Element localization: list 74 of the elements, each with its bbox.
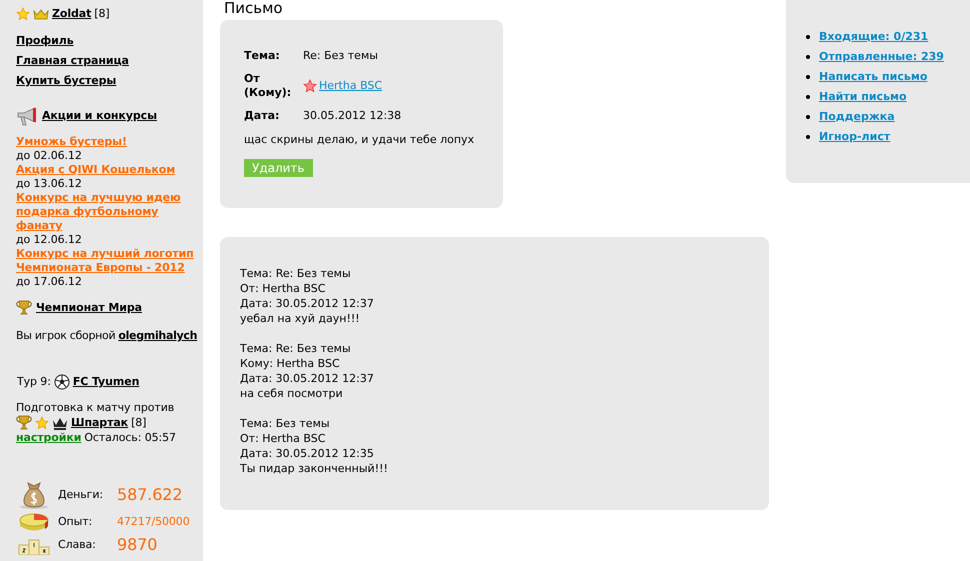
subject-text: Re: Без темы	[303, 49, 379, 63]
megaphone-icon	[16, 106, 38, 126]
bullet-icon	[806, 35, 810, 39]
quoted-line: Тема: Re: Без темы	[240, 266, 352, 281]
trophy-icon	[16, 415, 32, 431]
bullet-icon	[806, 135, 810, 139]
field-label: От (Кому):	[244, 72, 292, 100]
promo-link[interactable]: Конкурс на лучшую идею подарка футбольному фанату	[16, 191, 203, 233]
team-link[interactable]: olegmihalych	[118, 329, 198, 343]
nav-link[interactable]: Главная страница	[16, 54, 129, 68]
star-icon	[303, 79, 317, 93]
quoted-line: уебал на хуй даун!!!	[240, 311, 361, 326]
quoted-line: Тема: Re: Без темы	[240, 341, 352, 356]
time-remaining: Осталось: 05:57	[84, 431, 176, 445]
sender-link[interactable]: Hertha BSC	[319, 79, 382, 93]
promo-deadline: до 02.06.12	[16, 149, 82, 163]
bullet-icon	[806, 115, 810, 119]
promo-link[interactable]: Конкурс на лучший логотип Чемпионата Европы - 2012	[16, 247, 203, 275]
quoted-line: Кому: Hertha BSC	[240, 356, 341, 371]
pie-chart-icon	[18, 511, 50, 533]
page-title: Письмо	[224, 0, 284, 16]
tour-label: Тур 9:	[17, 375, 51, 389]
stat-value: 9870	[117, 538, 158, 552]
mail-menu-link[interactable]: Отправленные: 239	[819, 50, 944, 64]
promos-link[interactable]: Акции и конкурсы	[42, 109, 157, 123]
user-level: [8]	[94, 7, 110, 21]
quoted-line: Дата: 30.05.2012 12:37	[240, 371, 375, 386]
promo-link[interactable]: Умножь бустеры!	[16, 135, 127, 149]
nav-link[interactable]: Профиль	[16, 34, 74, 48]
opponent-link[interactable]: Шпартак	[71, 416, 128, 430]
field-label: Тема:	[244, 49, 281, 63]
delete-button[interactable]: Удалить	[244, 159, 312, 177]
nav-link[interactable]: Купить бустеры	[16, 74, 116, 88]
field-label: Дата:	[244, 109, 280, 123]
promo-deadline: до 13.06.12	[16, 177, 82, 191]
quoted-line: на себя посмотри	[240, 386, 344, 401]
mail-menu-link[interactable]: Входящие: 0/231	[819, 30, 928, 44]
bullet-icon	[806, 75, 810, 79]
championship-link[interactable]: Чемпионат Мира	[36, 301, 142, 315]
mail-menu-link[interactable]: Игнор-лист	[819, 130, 890, 144]
mail-menu-link[interactable]: Поддержка	[819, 110, 895, 124]
match-label: Подготовка к матчу против	[16, 401, 176, 415]
star-icon	[35, 416, 49, 430]
stat-label: Опыт:	[58, 515, 94, 529]
quoted-line: Тема: Без темы	[240, 416, 331, 431]
crown-icon	[33, 8, 49, 20]
mail-menu-link[interactable]: Написать письмо	[819, 70, 928, 84]
settings-link[interactable]: настройки	[16, 431, 82, 445]
stat-label: Слава:	[58, 538, 97, 552]
quoted-line: Дата: 30.05.2012 12:37	[240, 296, 375, 311]
bullet-icon	[806, 55, 810, 59]
team-label: Вы игрок сборной	[16, 329, 116, 343]
promo-deadline: до 17.06.12	[16, 275, 82, 289]
mail-menu-link[interactable]: Найти письмо	[819, 90, 907, 104]
message-text: щас скрины делаю, и удачи тебе лопух	[244, 133, 476, 147]
quoted-line: Ты пидар законченный!!!	[240, 461, 389, 476]
club-link[interactable]: FC Tyumen	[72, 375, 140, 389]
user-link[interactable]: Zoldat	[52, 7, 92, 21]
star-icon	[16, 7, 30, 21]
trophy-icon	[16, 300, 32, 316]
stat-label: Деньги:	[58, 488, 104, 502]
date-text: 30.05.2012 12:38	[303, 109, 402, 123]
stat-value: 47217/50000	[117, 515, 191, 529]
promo-deadline: до 12.06.12	[16, 233, 82, 247]
money-bag-icon	[18, 481, 50, 509]
opponent-level: [8]	[131, 416, 146, 430]
quoted-line: Дата: 30.05.2012 12:35	[240, 446, 375, 461]
promo-link[interactable]: Акция с QIWI Кошельком	[16, 163, 176, 177]
bullet-icon	[806, 95, 810, 99]
quoted-line: От: Hertha BSC	[240, 431, 326, 446]
queen-icon	[52, 416, 68, 430]
quoted-line: От: Hertha BSC	[240, 281, 326, 296]
stat-value: 587.622	[117, 488, 184, 502]
soccer-ball-icon	[54, 374, 70, 390]
